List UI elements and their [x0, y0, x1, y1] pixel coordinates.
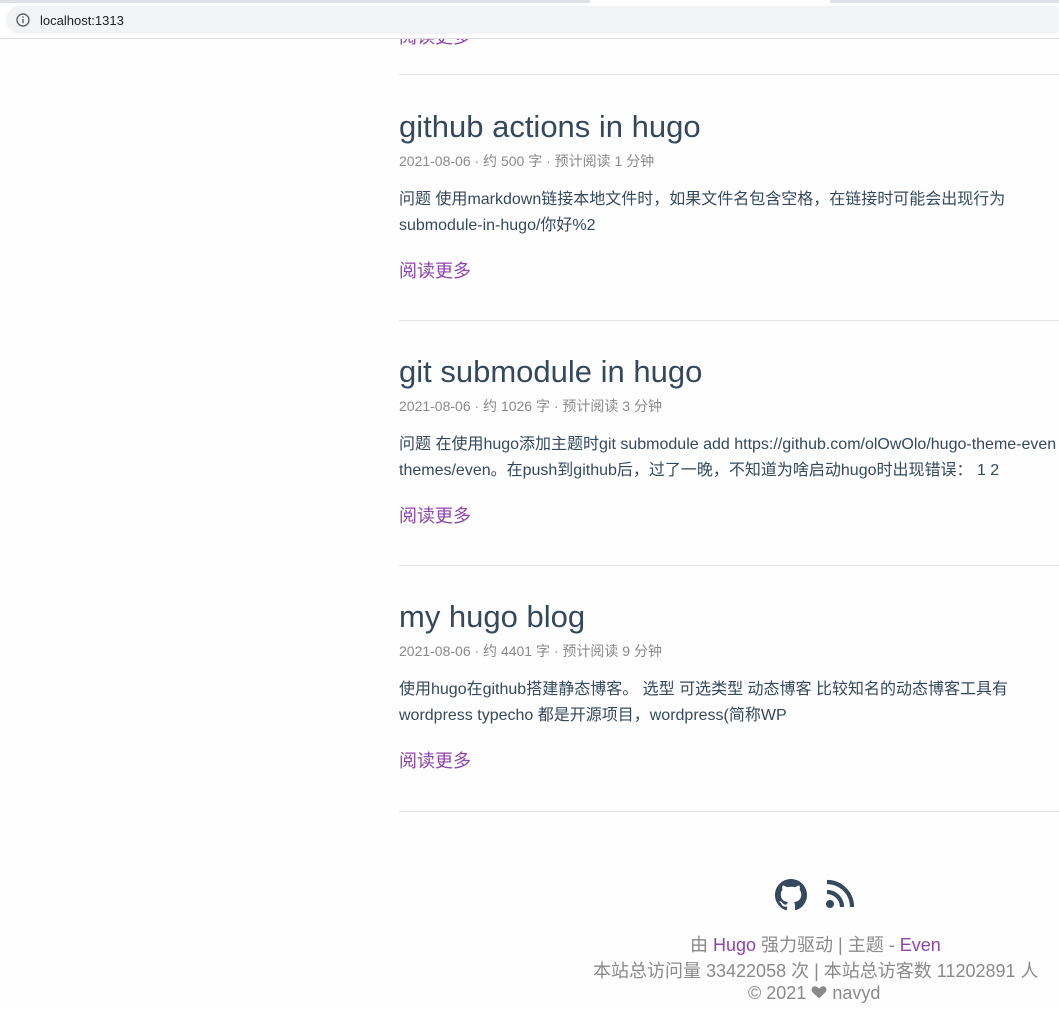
author-name: navyd [827, 983, 881, 1003]
post-summary: 使用hugo在github搭建静态博客。 选型 可选类型 动态博客 比较知名的动… [399, 677, 1008, 729]
address-bar[interactable]: localhost:1313 [6, 6, 1059, 34]
read-more-link[interactable]: 阅读更多 [399, 39, 471, 49]
post-divider [399, 565, 1059, 566]
post-divider [399, 811, 1059, 812]
post-summary: 问题 使用markdown链接本地文件时，如果文件名包含空格，在链接时可能会出现… [399, 187, 1005, 239]
even-theme-link[interactable]: Even [900, 935, 941, 955]
heart-icon [811, 983, 827, 1003]
summary-line: themes/even。在push到github后，过了一晚，不知道为啥启动hu… [399, 462, 1000, 479]
post-divider [399, 74, 1059, 75]
post-divider [399, 320, 1059, 321]
powered-by: 由 Hugo 强力驱动 | 主题 - Even [690, 931, 941, 957]
rss-icon[interactable] [825, 879, 855, 916]
social-links [775, 879, 855, 916]
summary-line: 问题 使用markdown链接本地文件时，如果文件名包含空格，在链接时可能会出现… [399, 191, 1006, 208]
page-content: 阅读更多 github actions in hugo 2021-08-06 ·… [0, 39, 1059, 1009]
active-tab[interactable] [590, 0, 830, 3]
hugo-link[interactable]: Hugo [713, 935, 756, 955]
copyright: © 2021 navyd [748, 983, 880, 1004]
summary-line: submodule-in-hugo/你好%2 [399, 217, 596, 234]
summary-line: 问题 在使用hugo添加主题时git submodule add https:/… [399, 436, 1057, 453]
read-more-link[interactable]: 阅读更多 [399, 502, 471, 528]
github-icon[interactable] [775, 879, 807, 916]
post-title[interactable]: my hugo blog [399, 599, 585, 635]
powered-middle: 强力驱动 | 主题 - [756, 935, 900, 955]
read-more-link[interactable]: 阅读更多 [399, 747, 471, 773]
post-title[interactable]: github actions in hugo [399, 109, 701, 145]
post-meta: 2021-08-06 · 约 4401 字 · 预计阅读 9 分钟 [399, 643, 662, 659]
tab-strip [0, 0, 1059, 3]
read-more-link[interactable]: 阅读更多 [399, 257, 471, 283]
post-summary: 问题 在使用hugo添加主题时git submodule add https:/… [399, 432, 1056, 484]
copyright-text: © 2021 [748, 983, 812, 1003]
summary-line: wordpress typecho 都是开源项目，wordpress(简称WP [399, 707, 787, 724]
site-stats: 本站总访问量 33422058 次 | 本站总访客数 11202891 人 [593, 961, 1039, 981]
url-text[interactable]: localhost:1313 [40, 13, 124, 28]
post-title[interactable]: git submodule in hugo [399, 354, 702, 390]
post-meta: 2021-08-06 · 约 500 字 · 预计阅读 1 分钟 [399, 153, 655, 169]
powered-prefix: 由 [690, 935, 714, 955]
browser-toolbar: localhost:1313 [0, 0, 1059, 39]
post-meta: 2021-08-06 · 约 1026 字 · 预计阅读 3 分钟 [399, 398, 662, 414]
site-info-icon[interactable] [16, 13, 30, 27]
summary-line: 使用hugo在github搭建静态博客。 选型 可选类型 动态博客 比较知名的动… [399, 681, 1008, 698]
